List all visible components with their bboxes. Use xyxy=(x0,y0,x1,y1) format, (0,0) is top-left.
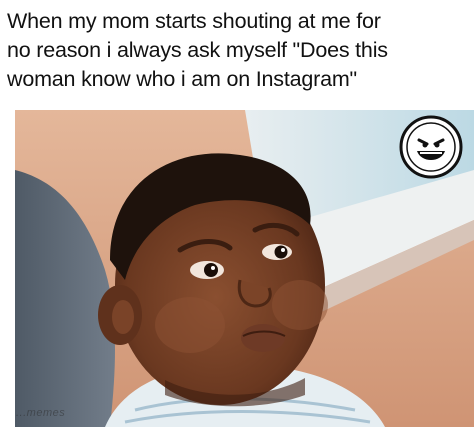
caption-line-1: When my mom starts shouting at me for xyxy=(7,9,381,33)
meme-card: When my mom starts shouting at me for no… xyxy=(0,0,474,427)
baby-lips xyxy=(241,324,285,352)
savage-memes-logo xyxy=(399,115,463,179)
caption-line-3: woman know who i am on Instagram" xyxy=(7,67,357,91)
caption-line-2: no reason i always ask myself "Does this xyxy=(7,38,388,62)
watermark: ...memes xyxy=(16,407,66,419)
meme-caption: When my mom starts shouting at me for no… xyxy=(7,7,471,94)
